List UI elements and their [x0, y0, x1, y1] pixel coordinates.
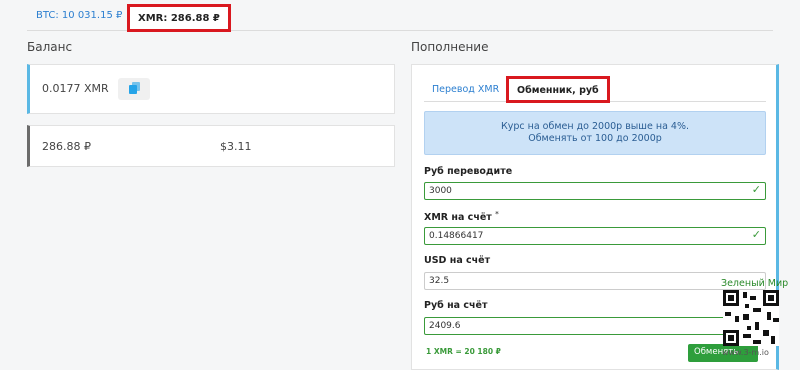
usd-receive-input[interactable]: 32.5 [424, 272, 766, 290]
xmr-balance: 0.0177 XMR [42, 82, 109, 95]
info-limits: Обменять от 100 до 2000р [528, 133, 662, 144]
xmr-receive-label: XMR на счёт * [424, 210, 499, 224]
topup-tabs: Перевод XMR Обменник, руб [424, 75, 766, 103]
copy-button[interactable] [118, 78, 150, 100]
balance-title: Баланс [27, 40, 73, 54]
tab-transfer-xmr[interactable]: Перевод XMR [432, 84, 499, 95]
exchange-rate: 1 XMR = 20 180 ₽ [426, 347, 501, 356]
info-rate-note: Курс на обмен до 2000р выше на 4%. [500, 121, 690, 132]
qr-code [723, 290, 779, 346]
fiat-balance-card: 286.88 ₽ $3.11 [27, 125, 395, 167]
xmr-receive-input[interactable]: 0.14866417 ✓ [424, 227, 766, 245]
tab-xmr[interactable]: XMR: 286.88 ₽ [127, 4, 231, 32]
rub-send-label: Руб переводите [424, 166, 513, 177]
rub-receive-label: Руб на счёт [424, 300, 488, 311]
watermark-name: Зеленый Мир [721, 278, 789, 289]
watermark-url: www.3-m.io [722, 348, 769, 357]
tab-exchanger-rub[interactable]: Обменник, руб [506, 76, 610, 103]
check-icon: ✓ [751, 228, 761, 241]
check-icon: ✓ [751, 183, 761, 196]
rub-balance: 286.88 ₽ [42, 140, 91, 153]
usd-balance: $3.11 [220, 140, 252, 153]
tab-btc[interactable]: BTC: 10 031.15 ₽ [36, 10, 122, 21]
usd-receive-label: USD на счёт [424, 255, 491, 266]
info-alert: Курс на обмен до 2000р выше на 4%. Обмен… [424, 111, 766, 155]
currency-tabs: BTC: 10 031.15 ₽ XMR: 286.88 ₽ [27, 4, 773, 32]
rub-send-input[interactable]: 3000 ✓ [424, 182, 766, 200]
rub-receive-input[interactable]: 2409.6 [424, 317, 766, 335]
xmr-balance-card: 0.0177 XMR [27, 64, 395, 114]
topup-title: Пополнение [411, 40, 489, 54]
